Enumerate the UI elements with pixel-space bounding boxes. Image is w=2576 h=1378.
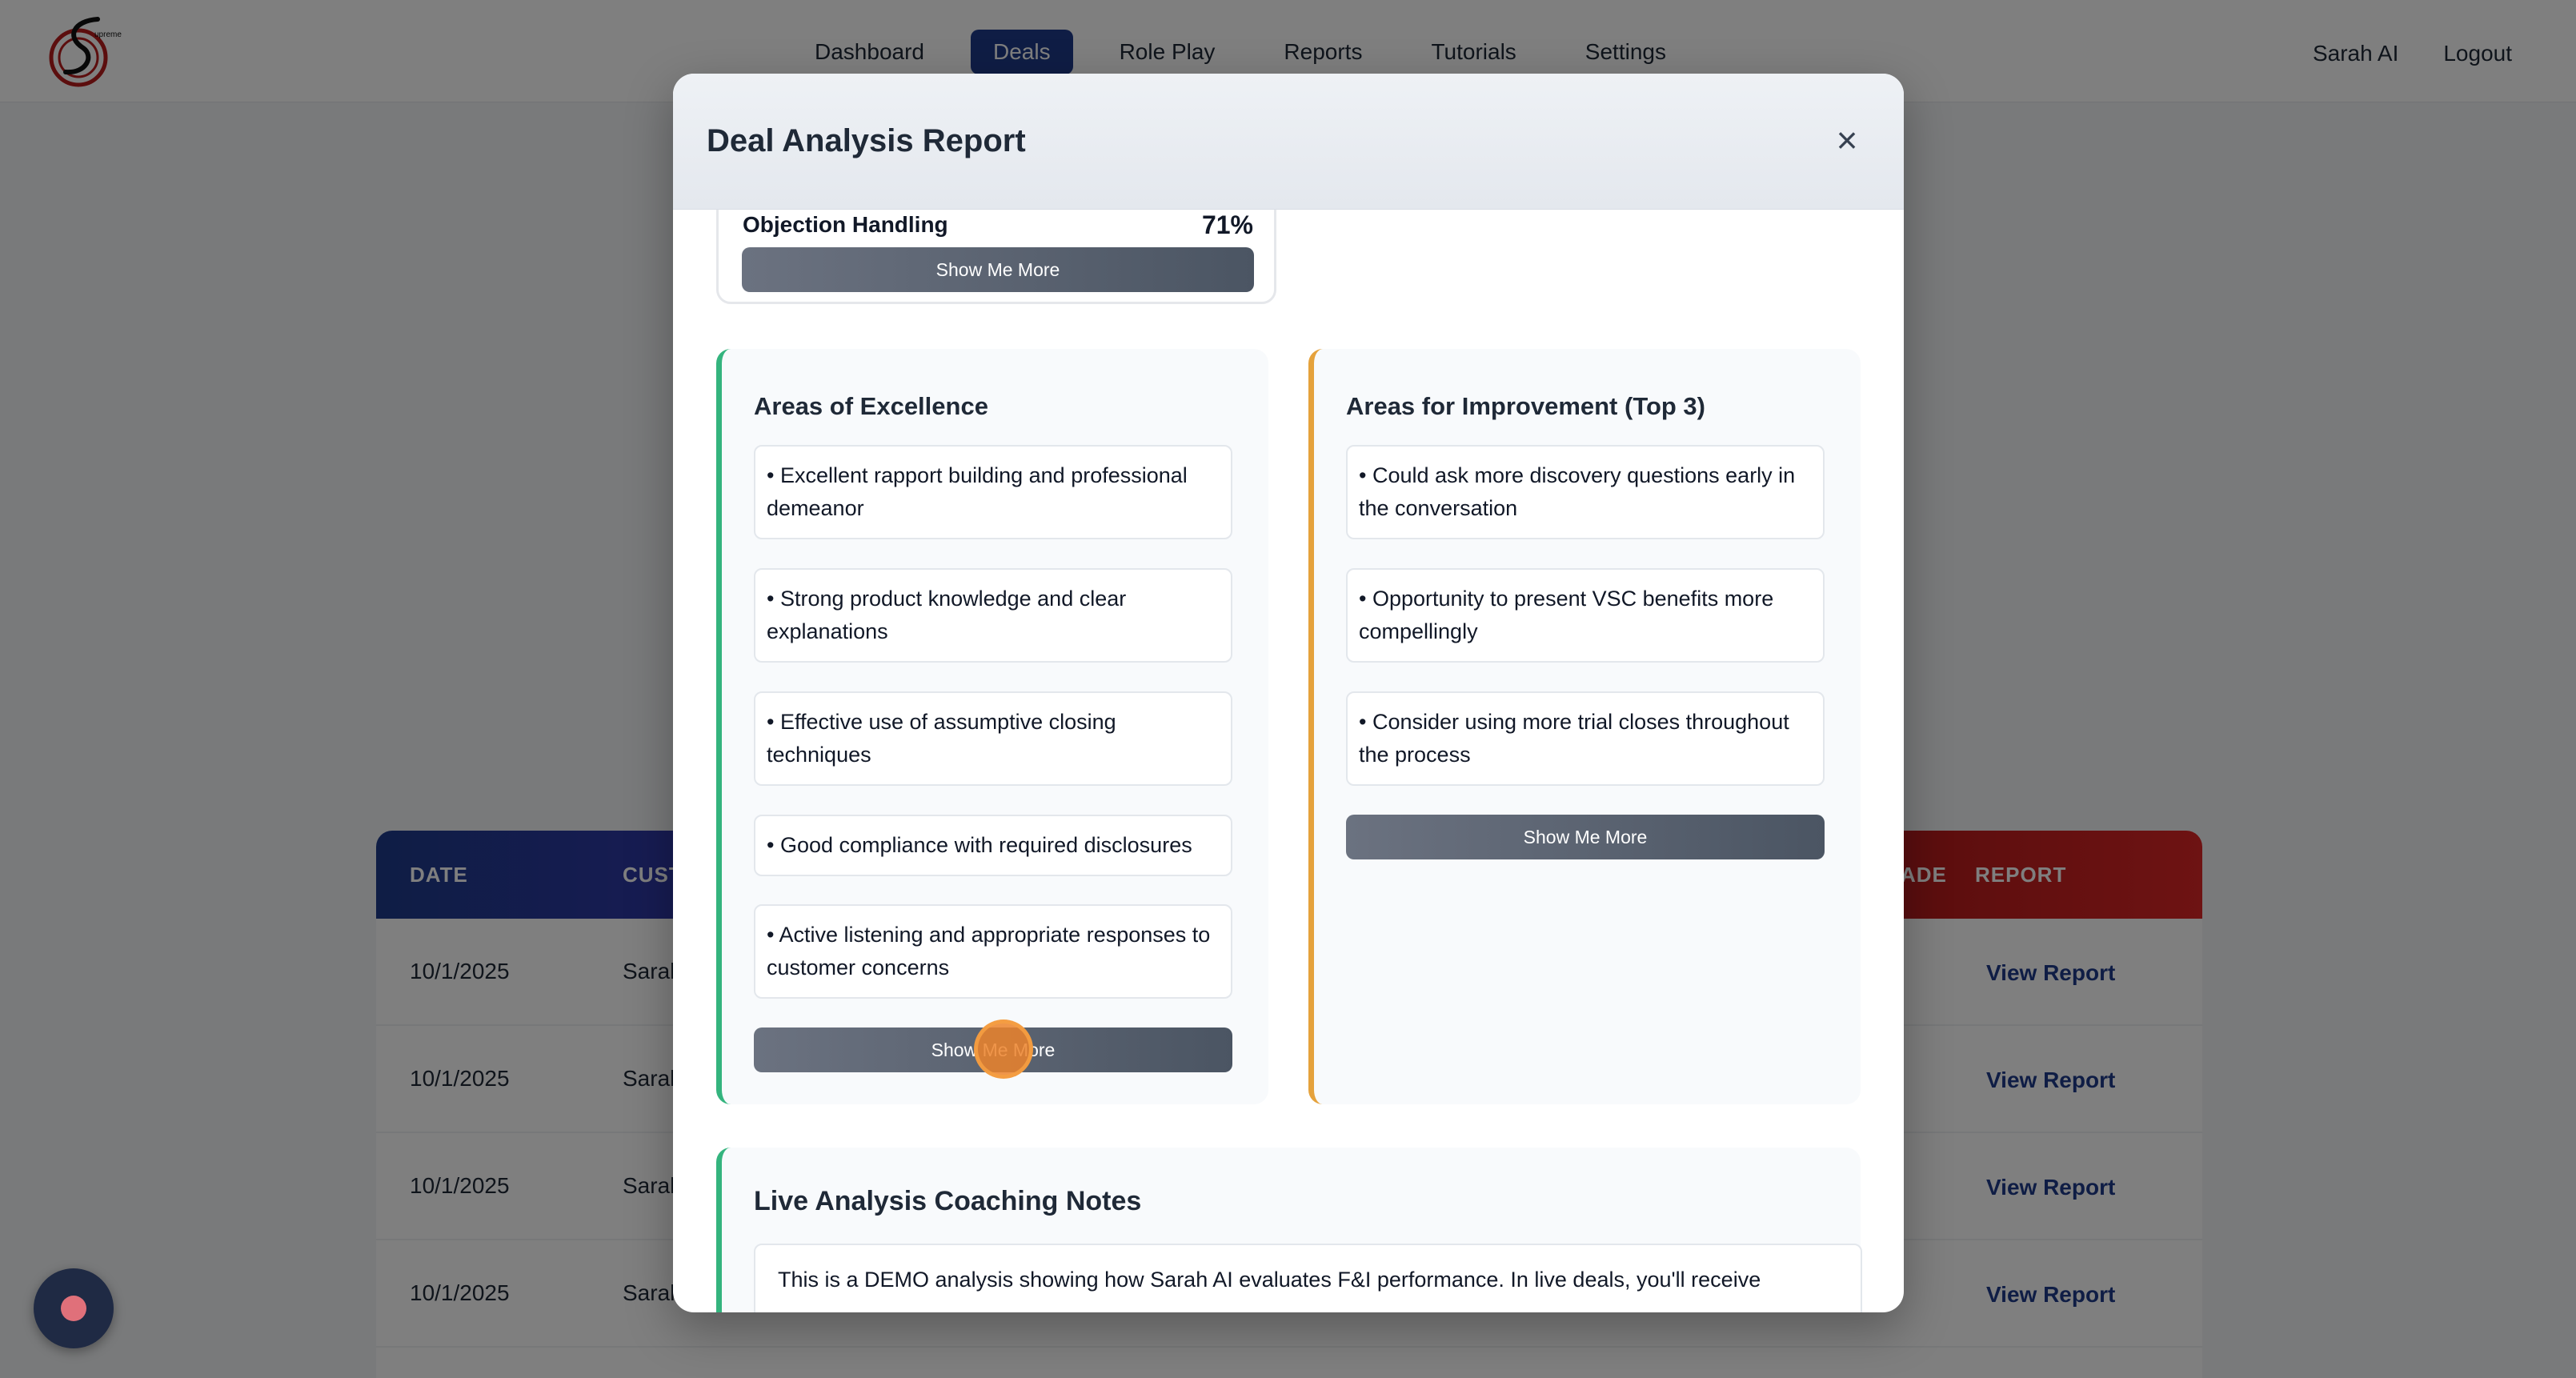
record-icon (61, 1296, 86, 1321)
deal-analysis-modal: Deal Analysis Report × Objection Handlin… (673, 74, 1904, 1312)
assistant-chat-button[interactable] (34, 1268, 114, 1348)
coaching-title: Live Analysis Coaching Notes (754, 1186, 1142, 1216)
improvement-item: • Opportunity to present VSC benefits mo… (1346, 568, 1825, 663)
coaching-text: This is a DEMO analysis showing how Sara… (754, 1244, 1862, 1312)
modal-body[interactable]: Objection Handling 71% Show Me More Area… (673, 210, 1904, 1312)
improvement-show-more-button[interactable]: Show Me More (1346, 815, 1825, 859)
excellence-panel: Areas of Excellence • Excellent rapport … (716, 349, 1268, 1104)
close-icon[interactable]: × (1827, 120, 1867, 160)
excellence-item: • Good compliance with required disclosu… (754, 815, 1232, 876)
score-card: Objection Handling 71% Show Me More (716, 210, 1276, 304)
excellence-show-more-button[interactable]: Show Me More (754, 1027, 1232, 1072)
excellence-item: • Excellent rapport building and profess… (754, 445, 1232, 539)
excellence-item: • Active listening and appropriate respo… (754, 904, 1232, 999)
score-value: 71% (1201, 210, 1253, 239)
modal-title: Deal Analysis Report (707, 123, 1026, 158)
show-more-button[interactable]: Show Me More (742, 247, 1254, 292)
excellence-title: Areas of Excellence (754, 392, 988, 420)
coaching-notes-panel: Live Analysis Coaching Notes This is a D… (716, 1148, 1862, 1312)
excellence-item: • Strong product knowledge and clear exp… (754, 568, 1232, 663)
improvement-title: Areas for Improvement (Top 3) (1346, 392, 1706, 420)
excellence-item: • Effective use of assumptive closing te… (754, 691, 1232, 786)
modal-header: Deal Analysis Report × (673, 74, 1904, 210)
improvement-panel: Areas for Improvement (Top 3) • Could as… (1308, 349, 1861, 1104)
improvement-item: • Could ask more discovery questions ear… (1346, 445, 1825, 539)
improvement-item: • Consider using more trial closes throu… (1346, 691, 1825, 786)
score-label: Objection Handling (743, 212, 948, 237)
